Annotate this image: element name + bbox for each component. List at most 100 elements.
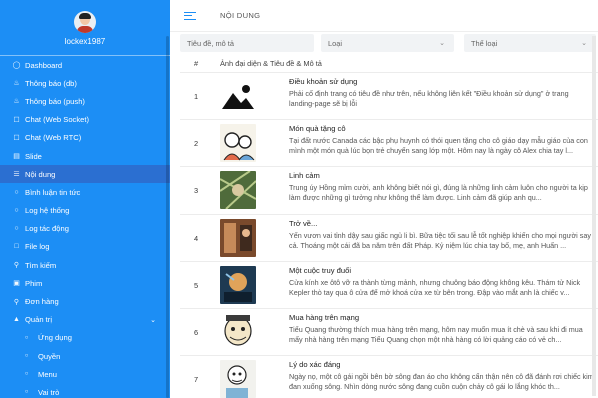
menu-toggle-icon[interactable] xyxy=(184,11,196,20)
sidebar-item-label: Tìm kiếm xyxy=(25,260,57,270)
sidebar-item[interactable]: ◯ Dashboard xyxy=(0,56,170,74)
circle-icon: ○ xyxy=(24,334,29,341)
sidebar-item[interactable]: ☰ Nội dung xyxy=(0,165,170,184)
sidebar-item[interactable]: ♨ Thông báo (push) xyxy=(0,92,170,110)
table-row[interactable]: 7 Lý do xác đáng Ngày nọ, một cô gái ngồi … xyxy=(180,355,598,398)
comment-icon: ○ xyxy=(14,188,19,196)
sidebar-item[interactable]: ⚲ Tìm kiếm xyxy=(0,256,170,274)
sidebar-item-label: Phim xyxy=(25,278,43,288)
chat-icon: ☐ xyxy=(13,134,20,142)
sidebar-item[interactable]: □ File log xyxy=(0,238,170,256)
row-description: Phải cố định trang có tiêu đề như trên, … xyxy=(289,89,569,108)
row-title[interactable]: Món quà tặng cô xyxy=(289,124,346,133)
chevron-down-icon: ⌄ xyxy=(150,316,156,324)
film-icon: ▣ xyxy=(13,280,20,288)
chevron-down-icon: ⌄ xyxy=(439,40,445,47)
category-select[interactable]: Thể loại ⌄ xyxy=(464,34,596,52)
sidebar-item[interactable]: ○ Log tác động xyxy=(0,220,170,238)
content-table: 1 Điều khoản sử dụng Phải cố định trang có… xyxy=(180,72,598,398)
sidebar-item[interactable]: ○ Bình luận tin tức xyxy=(0,183,170,201)
bell-icon: ♨ xyxy=(13,80,20,88)
document-icon: ☰ xyxy=(13,171,20,179)
sidebar-item-label: Quản trị xyxy=(25,315,53,325)
table-row[interactable]: 6 Mua hàng trên mạng Tiểu Quang thường thí… xyxy=(180,307,598,355)
row-number: 2 xyxy=(194,139,199,149)
topbar: NỘI DUNG xyxy=(170,0,598,32)
cart-icon: ⚲ xyxy=(13,298,20,306)
type-select[interactable]: Loại ⌄ xyxy=(321,34,454,52)
avatar[interactable] xyxy=(74,11,96,33)
sidebar-item[interactable]: ☐ Chat (Web RTC) xyxy=(0,129,170,147)
row-number: 4 xyxy=(194,233,199,243)
row-number: 5 xyxy=(194,280,199,290)
page-scrollbar[interactable] xyxy=(592,36,596,396)
row-description: Cửa kính xe ôtô vỡ ra thành từng mảnh, n… xyxy=(289,277,581,297)
log-icon: ○ xyxy=(14,207,19,215)
table-row[interactable]: 4 Trở về... Yến vươn vai tỉnh dậy sau giấc… xyxy=(180,213,598,261)
row-number: 1 xyxy=(194,92,199,101)
search-input[interactable]: Tiêu đề, mô tả xyxy=(180,34,314,52)
username: lockex1987 xyxy=(64,37,106,46)
sidebar-item[interactable]: ♨ Thông báo (db) xyxy=(0,74,170,92)
type-placeholder: Loại xyxy=(328,38,342,48)
sidebar-item-label: Dashboard xyxy=(25,60,63,70)
thumbnail-image[interactable] xyxy=(220,77,256,115)
sidebar-item[interactable]: ☐ Chat (Web Socket) xyxy=(0,111,170,129)
row-description: Tiểu Quang thường thích mua hàng trên mạ… xyxy=(289,324,583,344)
row-description: Tại đất nước Canada các bậc phụ huynh có… xyxy=(289,136,588,156)
sidebar-item[interactable]: ○ Quyền xyxy=(0,347,170,365)
table-row[interactable]: 2 Món quà tặng cô Tại đất nước Canada các … xyxy=(180,119,598,166)
sidebar-item[interactable]: ▤ Slide xyxy=(0,147,170,165)
sidebar-item-label: Đơn hàng xyxy=(25,297,59,307)
row-title[interactable]: Lý do xác đáng xyxy=(289,360,341,369)
thumbnail-image[interactable] xyxy=(220,171,256,210)
thumbnail-image[interactable] xyxy=(220,124,256,163)
sidebar-item-label: Bình luận tin tức xyxy=(25,187,81,197)
chevron-down-icon: ⌄ xyxy=(581,40,587,47)
table-row[interactable]: 5 Một cuộc truy đuổi Cửa kính xe ôtô vỡ ra… xyxy=(180,260,598,308)
sidebar-item-label: Ứng dụng xyxy=(38,333,72,343)
admin-icon: ▲ xyxy=(13,316,20,324)
thumbnail-image[interactable] xyxy=(220,360,256,398)
sidebar-item-label: Thông báo (push) xyxy=(25,96,85,106)
row-title[interactable]: Điều khoản sử dụng xyxy=(289,77,357,86)
sidebar-menu: ◯ Dashboard ♨ Thông báo (db) ♨ Thông báo (pus… xyxy=(0,56,170,398)
sidebar-item-label: Quyền xyxy=(38,351,61,361)
filter-bar: Tiêu đề, mô tả Loại ⌄ Thể loại ⌄ xyxy=(180,34,598,52)
row-title[interactable]: Trở về... xyxy=(289,219,317,228)
sidebar-item[interactable]: ○ Vai trò xyxy=(0,383,170,398)
row-title[interactable]: Một cuộc truy đuổi xyxy=(289,266,351,275)
table-row[interactable]: 3 Linh cảm Trung úy Hồng mỉm cười, anh khô… xyxy=(180,166,598,213)
circle-icon: ○ xyxy=(24,371,29,378)
sidebar-item[interactable]: ▣ Phim xyxy=(0,274,170,292)
sidebar-item[interactable]: ○ Ứng dụng xyxy=(0,329,170,347)
row-title[interactable]: Linh cảm xyxy=(289,171,320,180)
row-title[interactable]: Mua hàng trên mạng xyxy=(289,313,359,322)
sidebar-user-panel: lockex1987 xyxy=(0,0,170,50)
thumbnail-image[interactable] xyxy=(220,312,256,351)
circle-icon: ○ xyxy=(24,389,29,396)
dashboard-icon: ◯ xyxy=(12,62,21,70)
slides-icon: ▤ xyxy=(13,153,20,161)
sidebar-item[interactable]: ▲ Quản trị ⌄ xyxy=(0,311,170,329)
sidebar-item-label: Menu xyxy=(38,369,57,379)
thumbnail-image[interactable] xyxy=(220,265,256,304)
page-title: NỘI DUNG xyxy=(220,11,261,20)
row-description: Trung úy Hồng mỉm cười, anh không biết n… xyxy=(289,183,588,203)
log-icon: ○ xyxy=(14,225,19,233)
search-icon: ⚲ xyxy=(13,262,20,270)
main-content: NỘI DUNG Tiêu đề, mô tả Loại ⌄ Thể loại … xyxy=(170,0,598,398)
chat-icon: ☐ xyxy=(13,116,20,124)
sidebar-scrollbar[interactable] xyxy=(166,36,169,398)
sidebar-item-label: Vai trò xyxy=(38,387,60,397)
table-row[interactable]: 1 Điều khoản sử dụng Phải cố định trang có… xyxy=(180,72,598,119)
row-description: Yến vươn vai tỉnh dậy sau giấc ngủ li bì… xyxy=(289,230,591,250)
thumbnail-image[interactable] xyxy=(220,218,256,257)
sidebar-item[interactable]: ○ Menu xyxy=(0,365,170,383)
sidebar: lockex1987 ◯ Dashboard ♨ Thông báo (db) ♨ Thô… xyxy=(0,0,170,398)
column-header-number: # xyxy=(194,59,199,68)
sidebar-item-label: Log tác động xyxy=(25,224,69,234)
sidebar-item[interactable]: ⚲ Đơn hàng xyxy=(0,292,170,310)
row-description: Ngày nọ, một cô gái ngồi bên bờ sông đan… xyxy=(289,372,594,392)
sidebar-item[interactable]: ○ Log hệ thống xyxy=(0,202,170,220)
